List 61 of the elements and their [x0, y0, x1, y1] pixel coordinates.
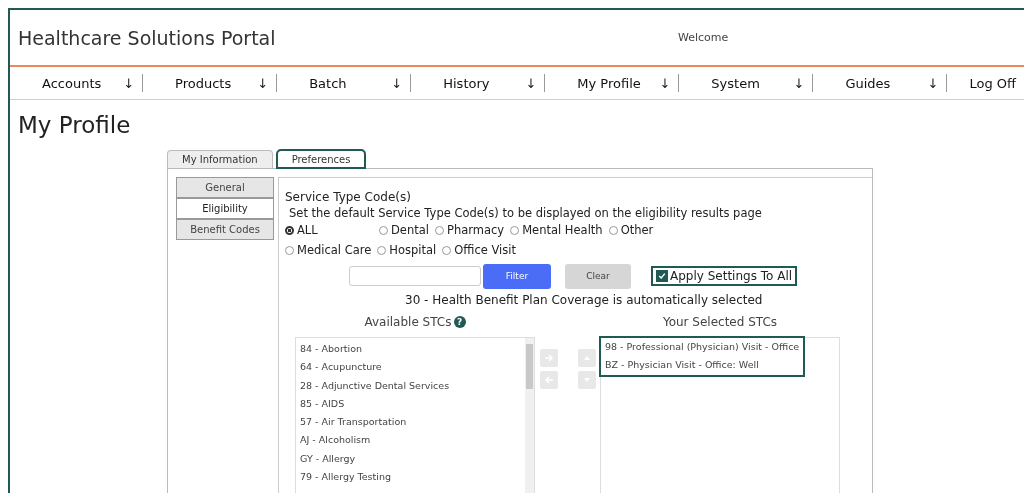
list-item[interactable]: 57 - Air Transportation	[300, 413, 522, 432]
tab[interactable]: My Information	[167, 150, 273, 168]
radio-option[interactable]: ALL	[285, 223, 373, 237]
radio-icon[interactable]	[510, 225, 520, 235]
radio-icon[interactable]	[435, 225, 444, 235]
list-item[interactable]: AJ - Alcoholism	[300, 431, 522, 450]
list-item[interactable]: 28 - Adjunctive Dental Services	[300, 376, 522, 395]
page-title: My Profile	[18, 111, 132, 140]
list-item[interactable]: 84 - Abortion	[300, 340, 522, 359]
radio-icon[interactable]	[442, 245, 452, 255]
scrollbar[interactable]	[525, 338, 534, 493]
filter-button[interactable]: Filter	[483, 263, 551, 289]
nav-link[interactable]: Batch	[309, 75, 347, 91]
nav-link[interactable]: System	[711, 75, 760, 91]
dropdown-arrow[interactable]: ↓	[257, 75, 269, 91]
radio-icon[interactable]	[379, 225, 388, 235]
apply-settings-checkbox[interactable]: Apply Settings To All	[653, 268, 796, 284]
clear-button[interactable]: Clear	[565, 263, 631, 289]
radio-icon[interactable]	[285, 225, 294, 235]
radio-option[interactable]: Medical Care	[285, 243, 372, 257]
nav-link[interactable]: Log Off	[969, 75, 1017, 91]
section-title: Service Type Code(s)	[285, 190, 412, 204]
dropdown-arrow[interactable]: ↓	[793, 75, 805, 91]
radio-option[interactable]: Other	[608, 223, 654, 237]
dropdown-arrow[interactable]: ↓	[525, 75, 537, 91]
section-description: Set the default Service Type Code(s) to be displayed on the eligibility results page	[289, 206, 763, 220]
list-heading: Available STCs	[364, 315, 452, 329]
list-item[interactable]: 98 - Professional (Physician) Visit - Office	[605, 338, 800, 357]
list-heading: Your Selected STCs	[662, 315, 778, 329]
radio-option[interactable]: Hospital	[377, 243, 437, 257]
radio-option[interactable]: Pharmacy	[435, 223, 505, 237]
dropdown-arrow[interactable]: ↓	[659, 75, 671, 91]
side-tab[interactable]: Benefit Codes	[176, 219, 274, 240]
nav-link[interactable]: My Profile	[577, 75, 641, 91]
radio-icon[interactable]	[285, 245, 294, 255]
info-text: 30 - Health Benefit Plan Coverage is automatically selected	[405, 293, 764, 307]
dropdown-arrow[interactable]: ↓	[123, 75, 135, 91]
radio-option[interactable]: Dental	[379, 223, 429, 237]
portal-title: Healthcare Solutions Portal	[18, 26, 277, 49]
welcome-text: Welcome	[678, 31, 729, 44]
radio-option[interactable]: Office Visit	[442, 243, 516, 257]
help-icon[interactable]: ?	[453, 316, 466, 328]
radio-icon[interactable]	[608, 225, 618, 235]
list-item[interactable]: 85 - AIDS	[300, 394, 522, 414]
side-tab[interactable]: Eligibility	[176, 198, 274, 219]
list-item[interactable]: BZ - Physician Visit - Office: Well	[605, 356, 800, 375]
side-tab[interactable]: General	[176, 177, 274, 198]
nav-link[interactable]: Products	[175, 75, 232, 91]
list-item[interactable]: 64 - Acupuncture	[300, 358, 522, 377]
radio-icon[interactable]	[377, 245, 387, 255]
nav-link[interactable]: History	[443, 75, 490, 91]
list-item[interactable]: GY - Allergy	[300, 449, 522, 469]
radio-option[interactable]: Mental Health	[510, 223, 603, 237]
dropdown-arrow[interactable]: ↓	[927, 75, 939, 91]
filter-field[interactable]	[349, 266, 481, 286]
tab[interactable]: Preferences	[276, 150, 366, 168]
nav-link[interactable]: Guides	[845, 75, 891, 91]
checkbox-icon[interactable]	[656, 270, 668, 282]
dropdown-arrow[interactable]: ↓	[391, 75, 403, 91]
list-item[interactable]: 79 - Allergy Testing	[300, 468, 522, 487]
nav-link[interactable]: Accounts	[42, 75, 102, 91]
